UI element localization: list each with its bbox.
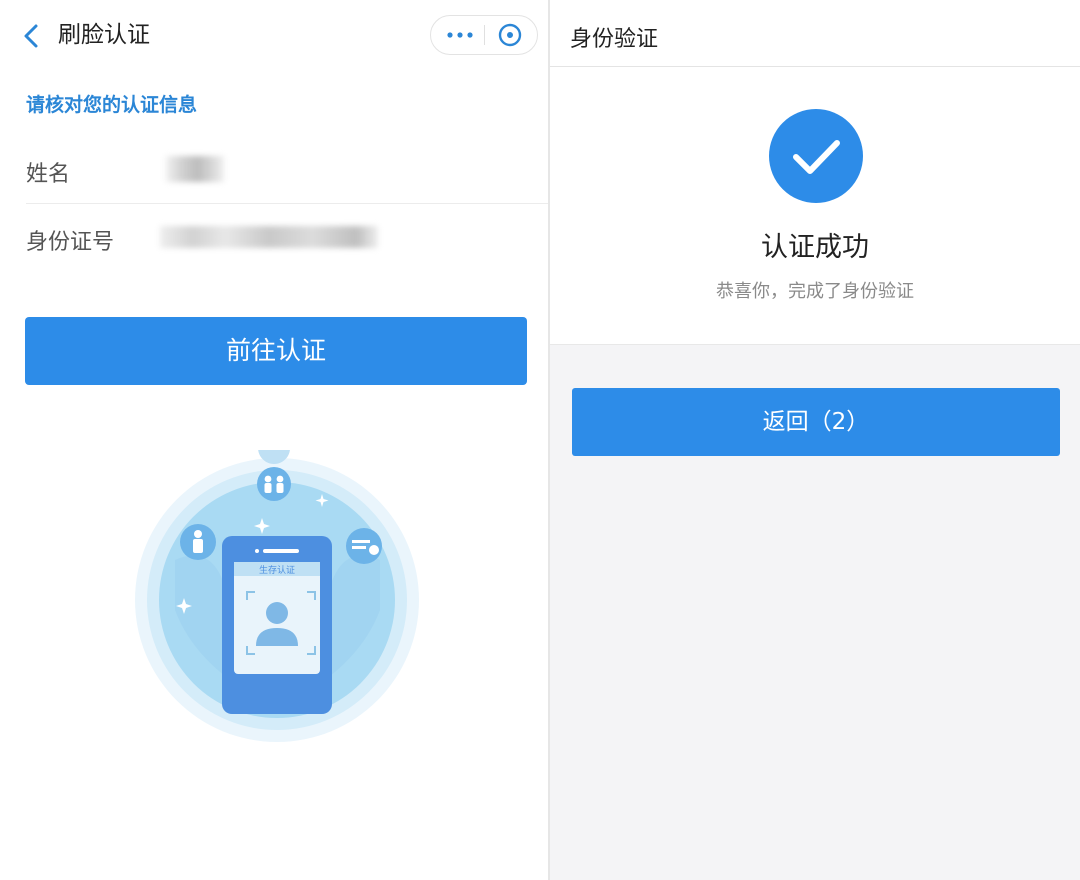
identity-verification-result-screen: 身份验证 认证成功 恭喜你，完成了身份验证 返回（2） [550,0,1080,880]
close-circle-icon [498,23,522,47]
face-verification-screen: 刷脸认证 请核对您的认证信息 姓名 身份证号 前往认证 生存认证 [0,0,548,880]
name-label: 姓名 [26,162,71,187]
mini-program-capsule [430,15,538,55]
family-pin-icon [257,432,291,501]
info-row-id: 身份证号 [26,204,548,272]
person-pin-icon [180,524,216,560]
name-value-blurred [166,156,224,182]
success-card: 认证成功 恭喜你，完成了身份验证 [550,67,1080,345]
navigation-bar: 刷脸认证 [0,0,548,70]
capsule-divider [484,25,485,45]
navigation-bar-right: 身份验证 [550,0,1080,67]
close-button[interactable] [486,16,538,54]
return-button[interactable]: 返回（2） [572,388,1060,456]
id-number-value-blurred [160,226,378,248]
start-verification-button[interactable]: 前往认证 [25,317,527,385]
info-row-name: 姓名 [26,136,548,204]
more-dots-icon [447,32,473,38]
back-button[interactable] [18,20,48,52]
check-circle-icon [769,109,863,203]
card-label: 生存认证 [259,564,295,576]
id-number-label: 身份证号 [26,230,115,255]
page-title: 刷脸认证 [58,22,150,48]
chevron-left-icon [24,24,38,48]
verification-hint: 请核对您的认证信息 [26,94,198,116]
face-verification-illustration: 生存认证 [130,432,424,750]
success-subtitle: 恭喜你，完成了身份验证 [716,281,914,302]
page-title-right: 身份验证 [570,27,659,52]
verification-illustration-graphic: 生存认证 [135,432,419,742]
card-pin-icon [346,528,382,564]
more-button[interactable] [431,16,485,54]
success-title: 认证成功 [761,232,869,263]
